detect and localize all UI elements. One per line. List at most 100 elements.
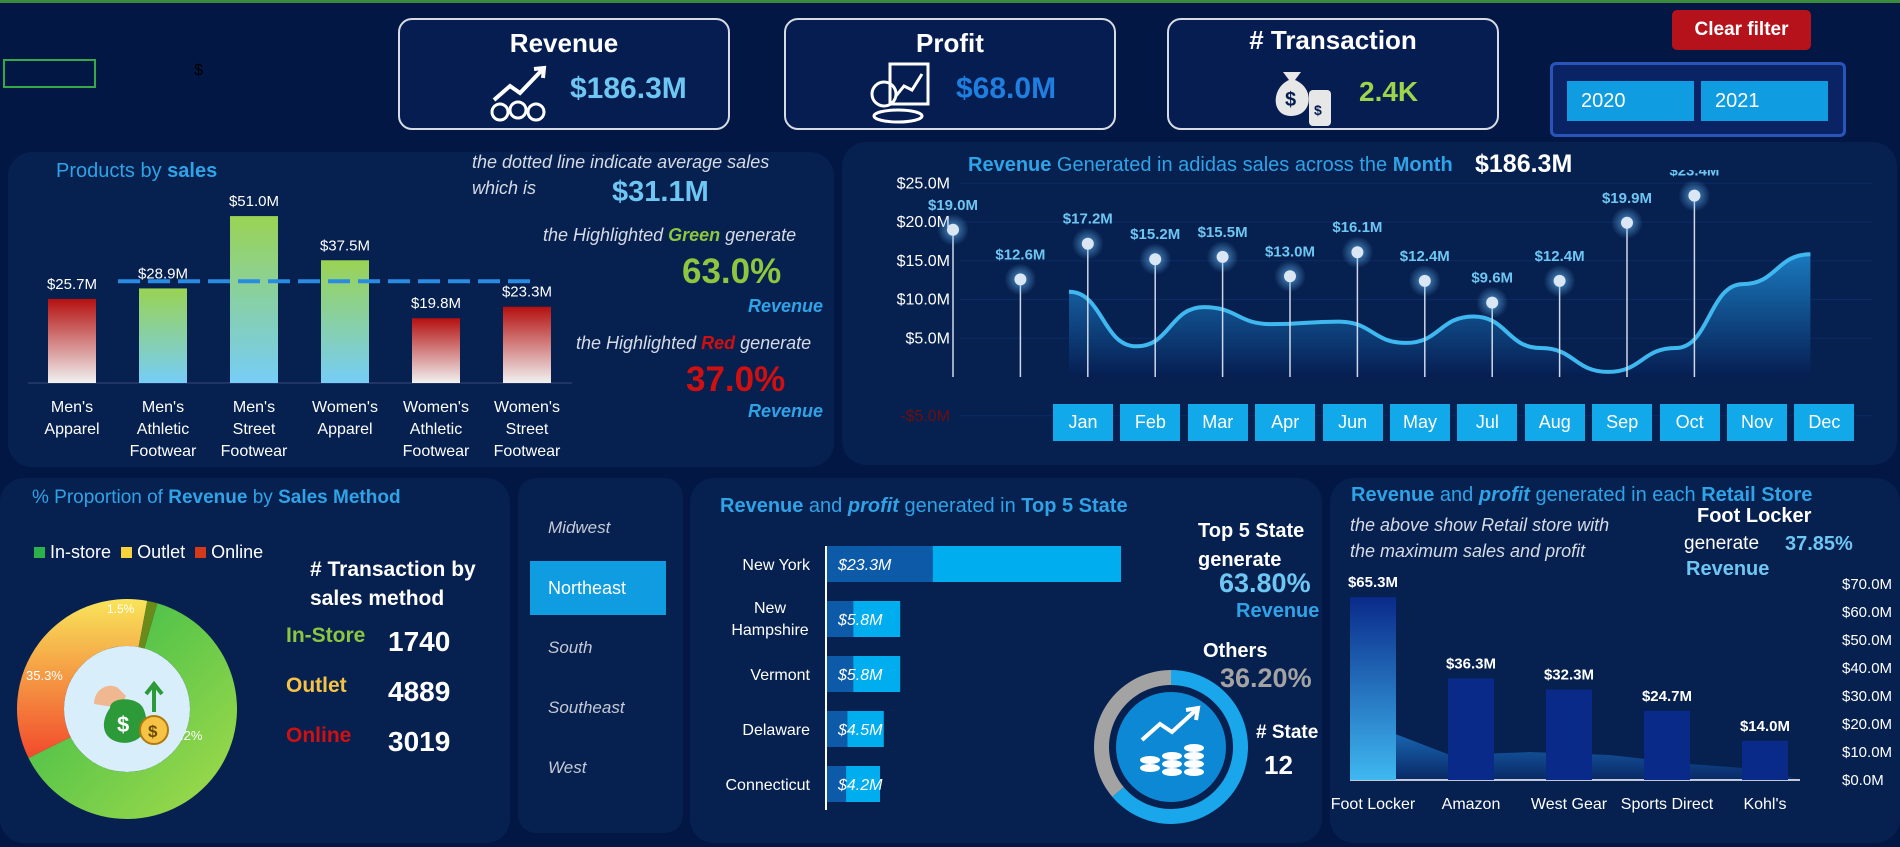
retail-bar-label: $24.7M [1642,688,1692,705]
top5-gen-revenue: Revenue [1236,600,1320,622]
product-bar-label: $37.5M [320,237,370,254]
legend-in-store: In-store [34,542,111,563]
monthly-point-label: $16.1M [1332,219,1382,236]
month-button-nov[interactable]: Nov [1727,404,1787,441]
product-bar[interactable] [230,216,278,383]
retail-gen-pct: 37.85% [1785,533,1853,555]
monthly-point-label: $19.9M [1602,190,1652,207]
cell-marker: $ [194,62,203,79]
product-bar-label: $19.8M [411,295,461,312]
method-name-online: Online [286,724,352,747]
kpi-revenue-value: $186.3M [570,72,687,105]
monthly-point-label: $17.2M [1063,211,1113,228]
monthly-point[interactable] [1621,216,1633,229]
month-button-jan[interactable]: Jan [1053,404,1113,441]
monthly-point[interactable] [1553,274,1566,287]
monthly-point[interactable] [1014,273,1027,286]
donut-label-outlet: 35.3% [26,668,63,683]
monthly-point[interactable] [1351,246,1364,259]
region-slicer-midwest[interactable]: Midwest [530,501,666,555]
others-label: Others [1203,640,1268,662]
clear-filter-button[interactable]: Clear filter [1672,10,1811,50]
product-bar-label: $25.7M [47,276,97,293]
state-bar-label: $4.5M [837,722,883,739]
selected-cell[interactable] [3,59,96,88]
product-category-label: Footwear [221,443,288,460]
year-slicer-2021[interactable]: 2021 [1701,81,1828,121]
region-slicer-west[interactable]: West [530,741,666,795]
svg-text:$: $ [1314,102,1322,118]
monthly-point[interactable] [1149,253,1162,266]
monthly-point-label: $23.4M [1669,170,1719,180]
month-button-may[interactable]: May [1390,404,1450,441]
retail-ytick: $10.0M [1842,744,1892,761]
monthly-ytick: -$5.0M [900,408,950,425]
method-name-in-store: In-Store [286,624,366,647]
product-bar[interactable] [48,298,96,383]
retail-ytick: $70.0M [1842,576,1892,593]
retail-gen-word: generate [1684,533,1760,554]
product-category-label: Women's [494,399,560,416]
monthly-point-label: $13.0M [1265,243,1315,260]
retail-bar[interactable] [1448,678,1494,780]
monthly-point[interactable] [1081,237,1094,250]
retail-bar[interactable] [1644,710,1690,780]
month-button-jun[interactable]: Jun [1322,404,1383,441]
monthly-point[interactable] [1418,274,1431,287]
product-category-label: Women's [403,399,469,416]
method-count-in-store: 1740 [388,626,451,657]
monthly-ytick: $5.0M [906,330,950,347]
avg-note-line1: the dotted line indicate average sales [472,152,770,172]
kpi-revenue-title: Revenue [509,28,619,58]
donut-label-in-store: .2% [180,728,203,743]
legend-online: Online [195,542,263,563]
monthly-point-label: $15.2M [1130,226,1180,243]
svg-text:$: $ [1285,89,1296,111]
month-button-dec[interactable]: Dec [1794,404,1855,441]
product-category-label: Footwear [130,443,197,460]
retail-bar[interactable] [1350,597,1396,780]
month-button-aug[interactable]: Aug [1524,404,1585,441]
region-slicer-southeast[interactable]: Southeast [530,681,666,735]
sales-method-donut: $ $ 35.3% 1.5% .2% [17,599,237,819]
retail-bar[interactable] [1546,689,1592,780]
tx-by-method-title: # Transaction by sales method [310,558,476,610]
state-label: Vermont [750,667,810,684]
product-category-label: Footwear [494,443,561,460]
month-button-sep[interactable]: Sep [1592,404,1653,441]
product-category-label: Athletic [137,421,189,438]
monthly-point[interactable] [947,223,959,236]
region-slicer-northeast[interactable]: Northeast [530,561,666,615]
avg-note-line2: which is [472,178,537,198]
retail-ytick: $30.0M [1842,688,1892,705]
monthly-point[interactable] [1216,250,1229,263]
retail-category-label: Sports Direct [1621,796,1714,813]
retail-bar-label: $65.3M [1348,574,1398,591]
state-bar-label: $5.8M [837,667,883,684]
month-button-jul[interactable]: Jul [1457,404,1518,441]
retail-category-label: West Gear [1531,796,1608,813]
month-button-mar[interactable]: Mar [1187,404,1248,441]
year-slicer-2020[interactable]: 2020 [1567,81,1694,121]
month-button-oct[interactable]: Oct [1659,404,1720,441]
product-bar[interactable] [321,260,369,383]
monthly-point[interactable] [1688,189,1701,202]
product-bar[interactable] [412,318,460,383]
monthly-point[interactable] [1284,270,1296,283]
monthly-chart: $25.0M$20.0M$15.0M$10.0M$5.0M-$5.0M-$10.… [897,170,1872,425]
top5-gen-line1: Top 5 State [1198,520,1305,542]
product-category-label: Street [233,421,276,438]
kpi-transaction-card: # Transaction $ $ 2.4K [1167,18,1499,130]
retail-bar[interactable] [1742,740,1788,780]
month-button-feb[interactable]: Feb [1120,404,1181,441]
product-bar[interactable] [503,306,551,383]
green-pct: 63.0% [682,252,782,291]
product-bar-label: $23.3M [502,284,552,301]
product-category-label: Street [506,421,549,438]
product-bar[interactable] [139,288,187,383]
monthly-point[interactable] [1486,296,1499,309]
month-button-apr[interactable]: Apr [1255,404,1316,441]
state-label: Delaware [742,722,810,739]
region-slicer-south[interactable]: South [530,621,666,675]
retail-bar-label: $14.0M [1740,718,1790,735]
